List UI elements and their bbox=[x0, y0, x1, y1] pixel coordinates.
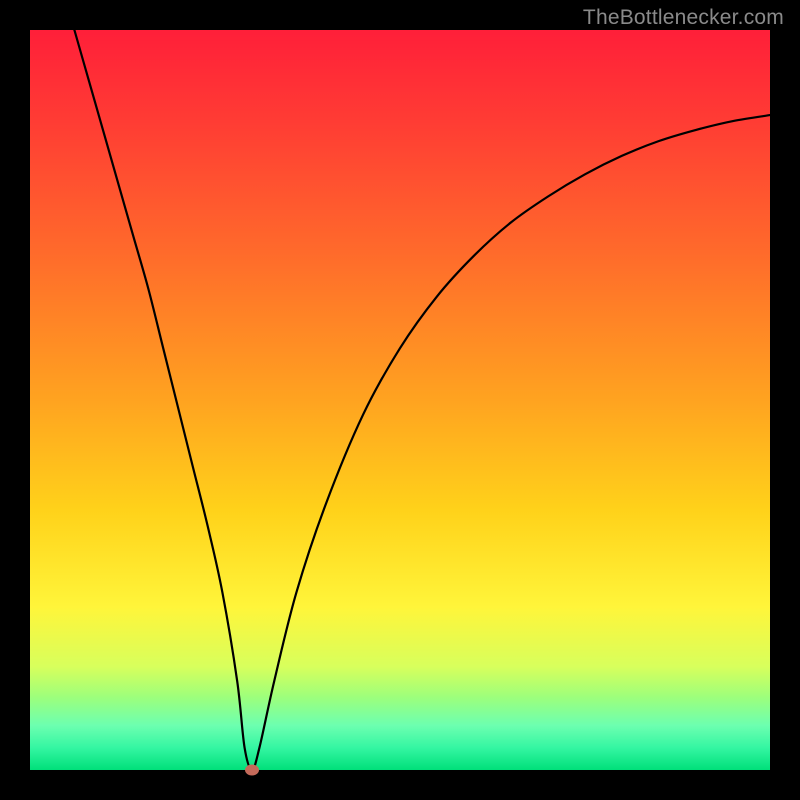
curve-svg bbox=[30, 30, 770, 770]
chart-frame: TheBottlenecker.com bbox=[0, 0, 800, 800]
plot-area bbox=[30, 30, 770, 770]
watermark-text: TheBottlenecker.com bbox=[583, 6, 784, 30]
bottleneck-curve bbox=[74, 30, 770, 770]
optimum-marker bbox=[245, 765, 259, 776]
